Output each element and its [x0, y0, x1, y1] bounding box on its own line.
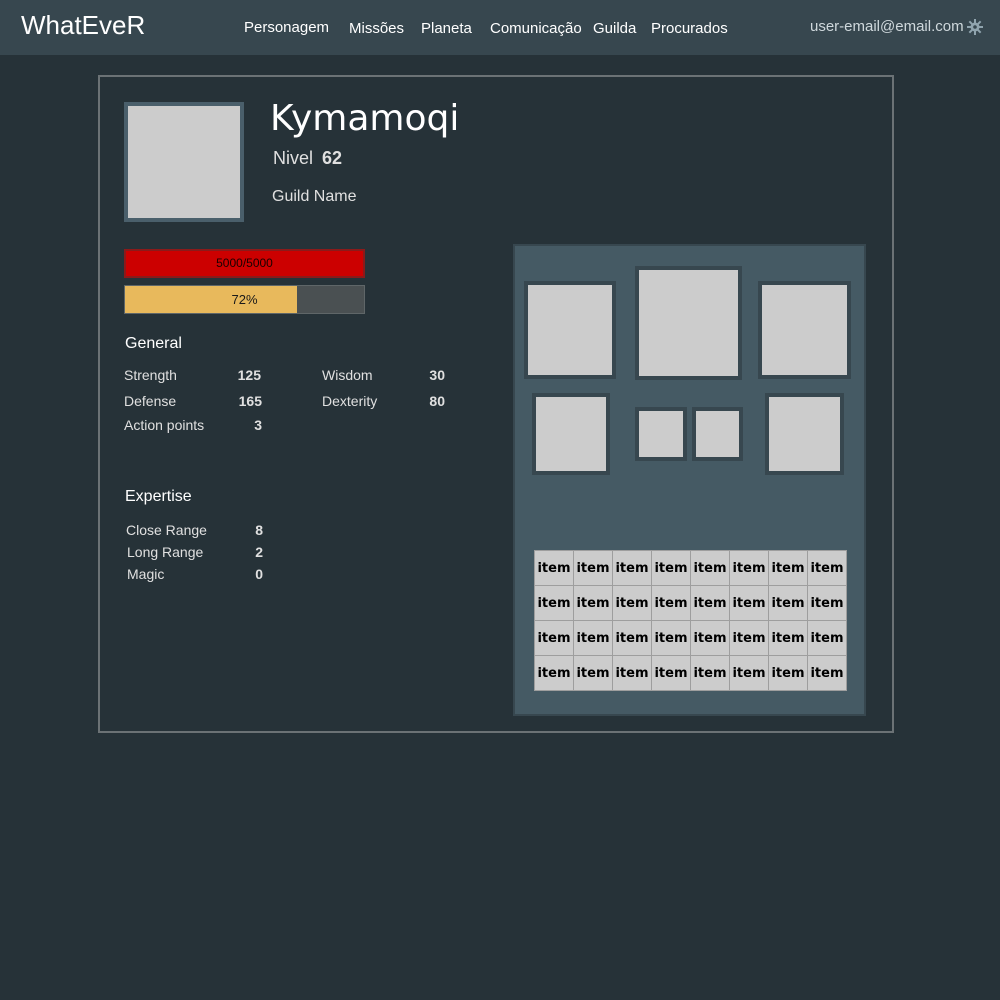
nav-procurados[interactable]: Procurados [651, 20, 728, 37]
inventory-item[interactable]: item [807, 585, 847, 621]
inventory-item[interactable]: item [651, 655, 691, 691]
equip-slot-body[interactable] [635, 266, 742, 380]
nav-personagem[interactable]: Personagem [244, 19, 329, 36]
equip-slot-lower-right[interactable] [765, 393, 844, 475]
equip-slot-right-hand[interactable] [758, 281, 851, 379]
inventory-item[interactable]: item [690, 550, 730, 586]
navbar: WhatEveR Personagem Missões Planeta Comu… [0, 0, 1000, 55]
inventory-item[interactable]: item [690, 620, 730, 656]
inventory-item[interactable]: item [651, 550, 691, 586]
stat-value-action-points: 3 [254, 417, 262, 433]
equip-slot-left-hand[interactable] [524, 281, 616, 379]
inventory-item[interactable]: item [807, 655, 847, 691]
inventory-item[interactable]: item [768, 620, 808, 656]
inventory-row: item item item item item item item item [534, 585, 847, 621]
nav-comunicacao[interactable]: Comunicação [490, 20, 582, 37]
stat-label-dexterity: Dexterity [322, 393, 378, 409]
inventory-row: item item item item item item item item [534, 550, 847, 586]
avatar [124, 102, 244, 222]
health-bar: 5000/5000 [124, 249, 365, 278]
stat-value-defense: 165 [238, 393, 262, 409]
nav-missoes[interactable]: Missões [349, 20, 404, 37]
stat-value-strength: 125 [237, 367, 261, 383]
inventory-item[interactable]: item [768, 550, 808, 586]
health-text: 5000/5000 [216, 256, 273, 270]
stat-value-dexterity: 80 [429, 393, 445, 409]
inventory-grid: item item item item item item item item item item… [534, 550, 847, 691]
inventory-item[interactable]: item [573, 620, 613, 656]
stat-label-action-points: Action points [124, 417, 205, 433]
inventory-item[interactable]: item [729, 585, 769, 621]
equip-slot-accessory-2[interactable] [692, 407, 743, 461]
expertise-value-close-range: 8 [255, 522, 263, 538]
inventory-row: item item item item item item item item [534, 620, 847, 656]
inventory-item[interactable]: item [612, 550, 652, 586]
inventory-item[interactable]: item [768, 655, 808, 691]
expertise-label-magic: Magic [127, 566, 165, 582]
stat-value-wisdom: 30 [429, 367, 445, 383]
expertise-label-long-range: Long Range [127, 544, 204, 560]
experience-text: 72% [231, 292, 258, 307]
expertise-title: Expertise [125, 488, 192, 505]
inventory-row: item item item item item item item item [534, 655, 847, 691]
nav-guilda[interactable]: Guilda [593, 20, 636, 37]
stat-label-defense: Defense [124, 393, 177, 409]
level-value: 62 [322, 148, 343, 168]
experience-bar: 72% [124, 285, 365, 314]
nav-planeta[interactable]: Planeta [421, 20, 472, 37]
expertise-value-long-range: 2 [255, 544, 263, 560]
stat-label-wisdom: Wisdom [322, 367, 373, 383]
inventory-item[interactable]: item [534, 550, 574, 586]
brand-logo[interactable]: WhatEveR [21, 10, 145, 41]
inventory-item[interactable]: item [729, 655, 769, 691]
inventory-item[interactable]: item [573, 655, 613, 691]
inventory-item[interactable]: item [807, 550, 847, 586]
stat-label-strength: Strength [124, 367, 177, 383]
user-email[interactable]: user-email@email.com [810, 18, 964, 35]
inventory-item[interactable]: item [573, 550, 613, 586]
inventory-item[interactable]: item [807, 620, 847, 656]
expertise-value-magic: 0 [255, 566, 263, 582]
general-title: General [125, 335, 182, 352]
equip-slot-accessory-1[interactable] [635, 407, 687, 461]
inventory-item[interactable]: item [612, 585, 652, 621]
inventory-item[interactable]: item [651, 620, 691, 656]
character-name: Kymamoqi [270, 98, 460, 139]
inventory-item[interactable]: item [768, 585, 808, 621]
inventory-item[interactable]: item [690, 585, 730, 621]
inventory-item[interactable]: item [690, 655, 730, 691]
inventory-item[interactable]: item [534, 620, 574, 656]
guild-name[interactable]: Guild Name [272, 188, 356, 206]
gear-icon[interactable] [966, 18, 984, 36]
inventory-item[interactable]: item [612, 655, 652, 691]
expertise-label-close-range: Close Range [126, 522, 207, 538]
inventory-item[interactable]: item [651, 585, 691, 621]
level-label: Nivel [273, 148, 314, 168]
inventory-item[interactable]: item [729, 620, 769, 656]
inventory-item[interactable]: item [534, 585, 574, 621]
inventory-item[interactable]: item [612, 620, 652, 656]
inventory-item[interactable]: item [729, 550, 769, 586]
inventory-item[interactable]: item [573, 585, 613, 621]
inventory-item[interactable]: item [534, 655, 574, 691]
equip-slot-lower-left[interactable] [532, 393, 610, 475]
